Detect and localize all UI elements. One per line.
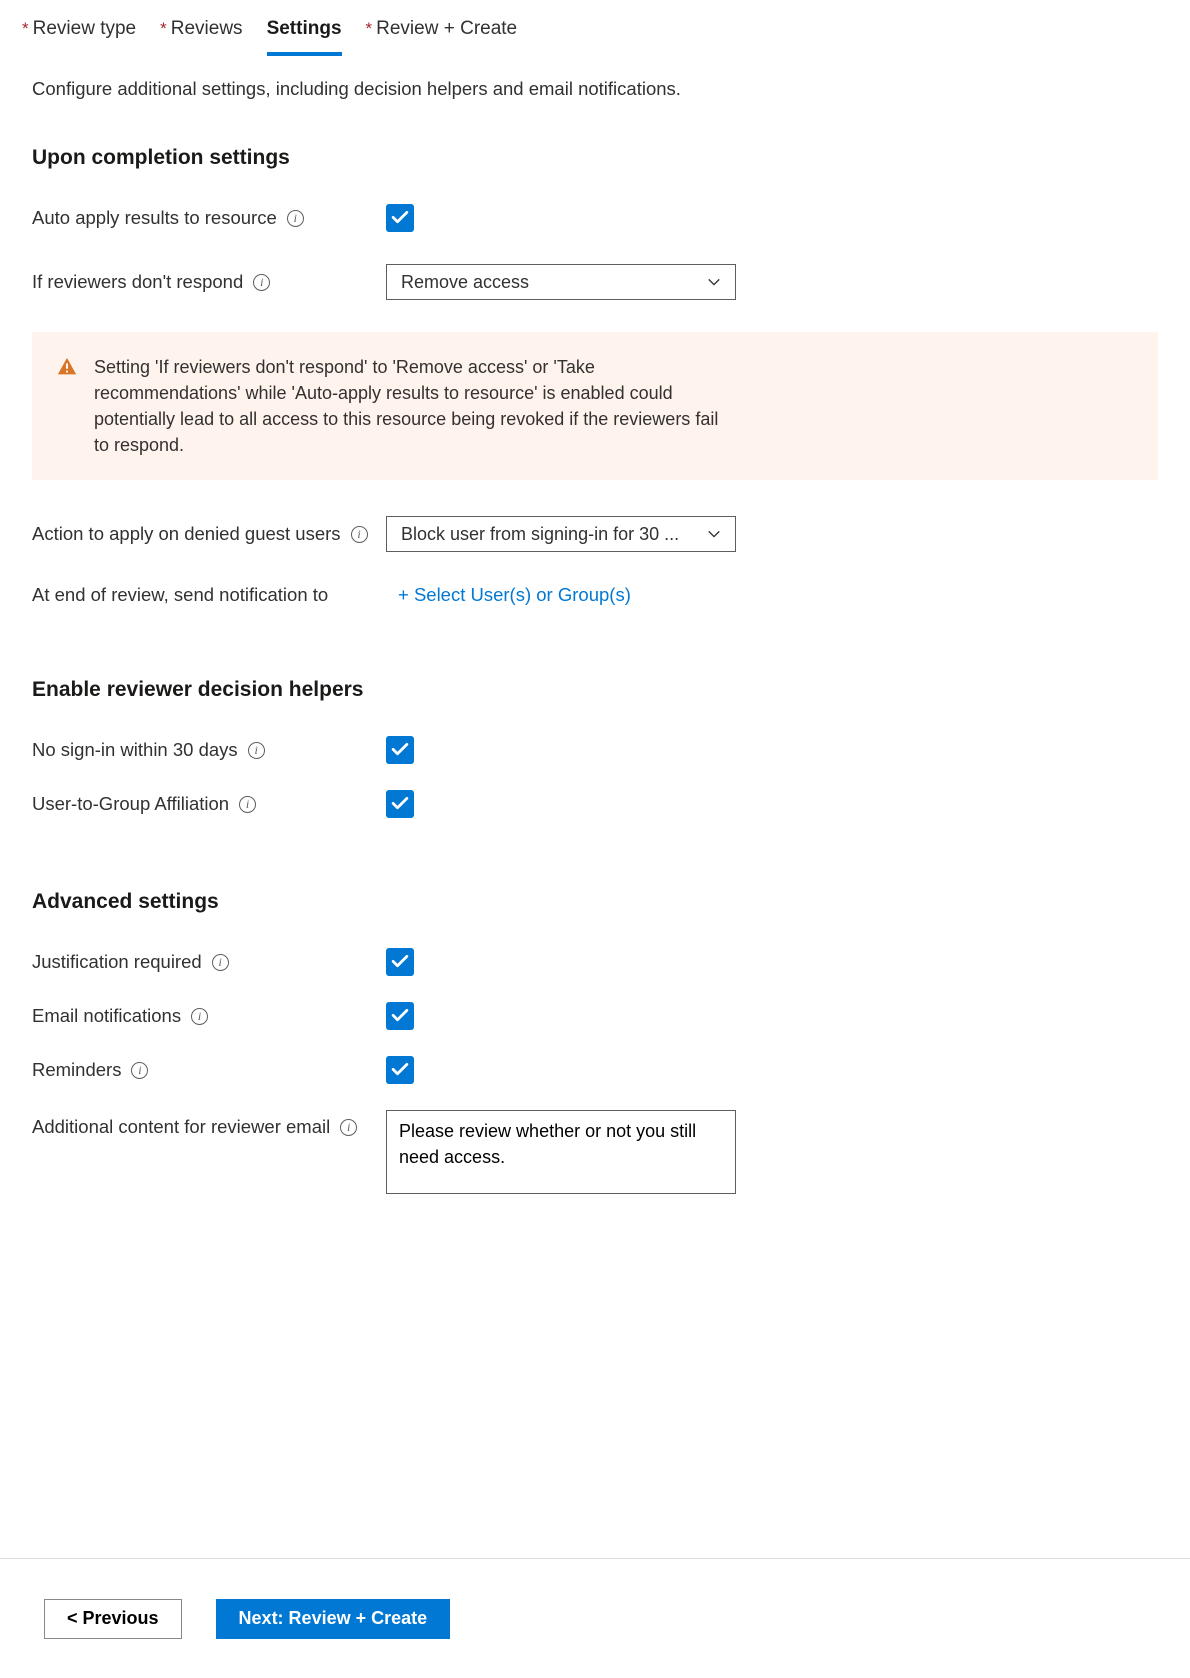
info-icon[interactable]: i xyxy=(287,210,304,227)
chevron-down-icon xyxy=(707,527,721,541)
info-icon[interactable]: i xyxy=(253,274,270,291)
warning-icon xyxy=(56,356,78,378)
tab-review-type[interactable]: *Review type xyxy=(22,18,136,56)
auto-apply-label: Auto apply results to resource xyxy=(32,207,277,229)
checkmark-icon xyxy=(390,794,410,814)
warning-banner: Setting 'If reviewers don't respond' to … xyxy=(32,332,1158,480)
advanced-title: Advanced settings xyxy=(32,890,1158,914)
additional-content-label: Additional content for reviewer email xyxy=(32,1116,330,1138)
no-signin-label: No sign-in within 30 days xyxy=(32,739,238,761)
next-button[interactable]: Next: Review + Create xyxy=(216,1599,451,1639)
notification-label: At end of review, send notification to xyxy=(32,584,328,606)
no-response-dropdown[interactable]: Remove access xyxy=(386,264,736,300)
no-response-label: If reviewers don't respond xyxy=(32,271,243,293)
info-icon[interactable]: i xyxy=(340,1119,357,1136)
denied-guest-dropdown[interactable]: Block user from signing-in for 30 ... xyxy=(386,516,736,552)
no-signin-checkbox[interactable] xyxy=(386,736,414,764)
warning-message: Setting 'If reviewers don't respond' to … xyxy=(94,354,734,458)
intro-text: Configure additional settings, including… xyxy=(32,78,1158,100)
info-icon[interactable]: i xyxy=(131,1062,148,1079)
info-icon[interactable]: i xyxy=(212,954,229,971)
checkmark-icon xyxy=(390,952,410,972)
denied-guest-label: Action to apply on denied guest users xyxy=(32,523,341,545)
upon-completion-title: Upon completion settings xyxy=(32,146,1158,170)
info-icon[interactable]: i xyxy=(248,742,265,759)
no-response-value: Remove access xyxy=(401,272,529,293)
info-icon[interactable]: i xyxy=(351,526,368,543)
tab-reviews[interactable]: *Reviews xyxy=(160,18,242,56)
justification-label: Justification required xyxy=(32,951,202,973)
group-aff-checkbox[interactable] xyxy=(386,790,414,818)
email-notif-label: Email notifications xyxy=(32,1005,181,1027)
info-icon[interactable]: i xyxy=(191,1008,208,1025)
denied-guest-value: Block user from signing-in for 30 ... xyxy=(401,524,679,545)
checkmark-icon xyxy=(390,740,410,760)
previous-button[interactable]: < Previous xyxy=(44,1599,182,1639)
tab-settings[interactable]: Settings xyxy=(267,18,342,56)
tab-bar: *Review type *Reviews Settings *Review +… xyxy=(0,0,1190,56)
justification-checkbox[interactable] xyxy=(386,948,414,976)
checkmark-icon xyxy=(390,208,410,228)
reminders-checkbox[interactable] xyxy=(386,1056,414,1084)
info-icon[interactable]: i xyxy=(239,796,256,813)
select-users-link[interactable]: + Select User(s) or Group(s) xyxy=(398,584,631,605)
reminders-label: Reminders xyxy=(32,1059,121,1081)
additional-content-textarea[interactable] xyxy=(386,1110,736,1194)
checkmark-icon xyxy=(390,1060,410,1080)
email-notif-checkbox[interactable] xyxy=(386,1002,414,1030)
checkmark-icon xyxy=(390,1006,410,1026)
auto-apply-checkbox[interactable] xyxy=(386,204,414,232)
group-aff-label: User-to-Group Affiliation xyxy=(32,793,229,815)
footer-bar: < Previous Next: Review + Create xyxy=(0,1558,1190,1678)
decision-helpers-title: Enable reviewer decision helpers xyxy=(32,678,1158,702)
chevron-down-icon xyxy=(707,275,721,289)
tab-review-create[interactable]: *Review + Create xyxy=(366,18,518,56)
